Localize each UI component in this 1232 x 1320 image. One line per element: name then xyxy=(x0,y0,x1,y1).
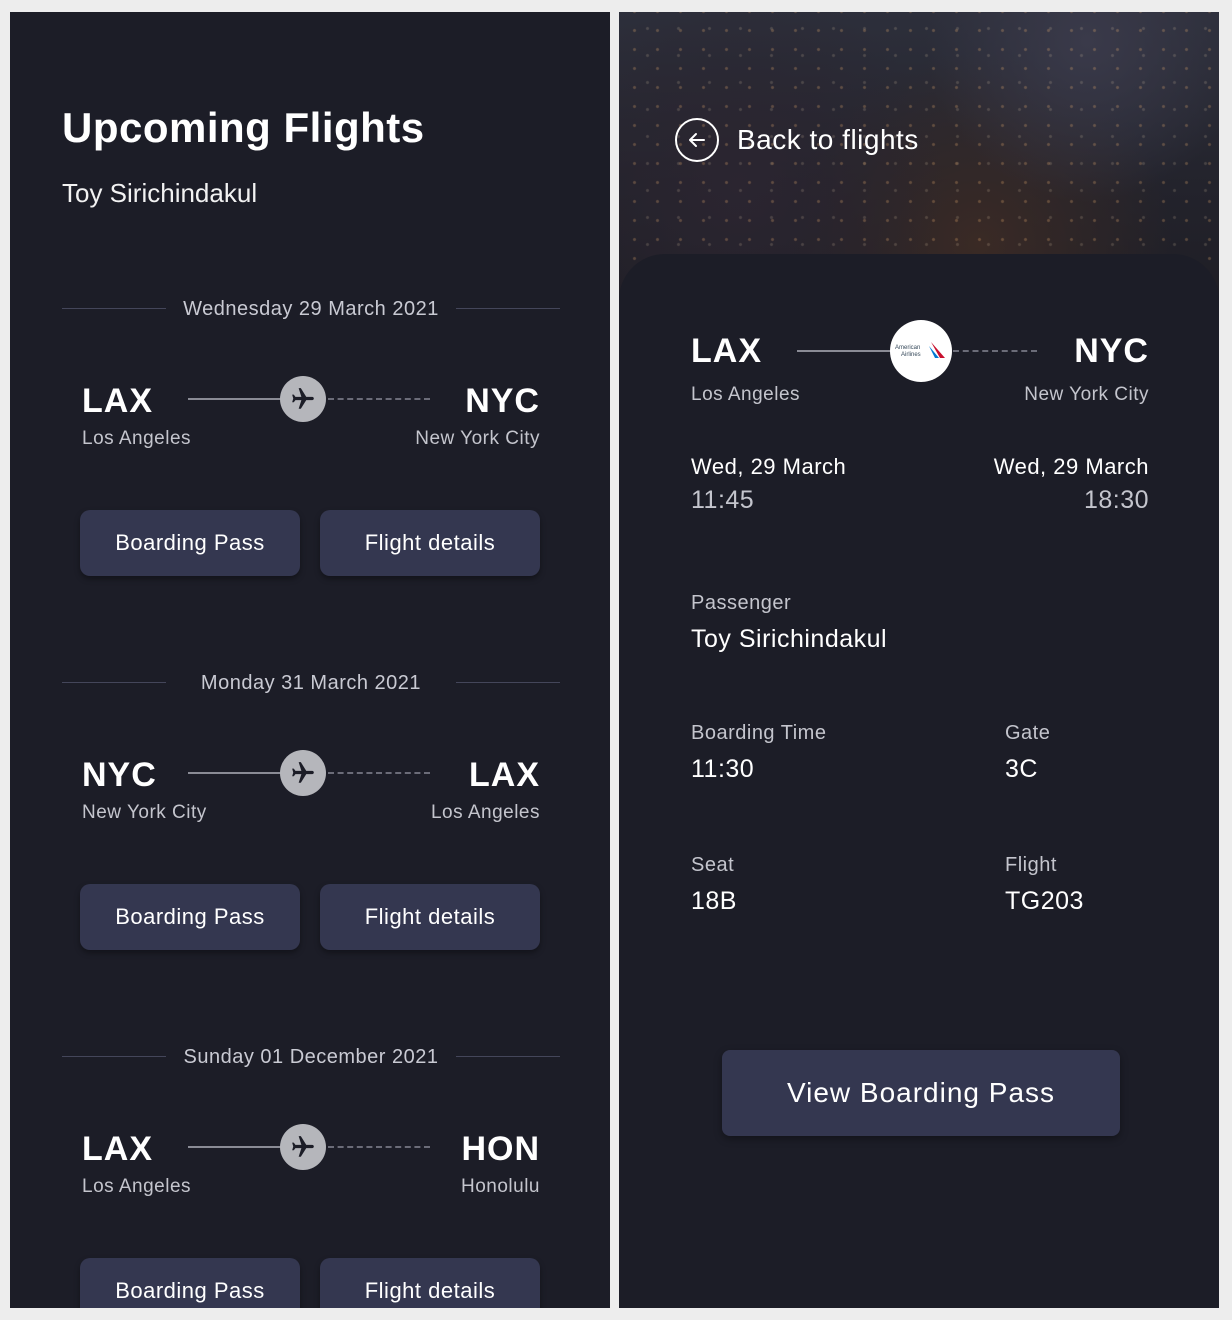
back-label[interactable]: Back to flights xyxy=(737,124,919,156)
flight-route: LAX Los Angeles HON Honolulu xyxy=(82,1124,540,1210)
route-dashed-line xyxy=(328,1146,430,1148)
flight-date: Monday 31 March 2021 xyxy=(200,671,422,694)
route-line xyxy=(797,350,893,352)
destination-code: NYC xyxy=(1074,332,1149,370)
flight-date-header: Wednesday 29 March 2021 xyxy=(62,294,560,324)
flight-details-button[interactable]: Flight details xyxy=(320,1258,540,1308)
seat-value: 18B xyxy=(691,887,737,915)
gate-value: 3C xyxy=(1005,755,1038,783)
destination-code: HON xyxy=(461,1130,540,1168)
flight-details-button[interactable]: Flight details xyxy=(320,510,540,576)
upcoming-flights-screen: Upcoming Flights Toy Sirichindakul Wedne… xyxy=(10,12,610,1308)
passenger-name: Toy Sirichindakul xyxy=(62,178,258,208)
boarding-time-field: Boarding Time 11:30 xyxy=(691,722,826,784)
flight-date-header: Sunday 01 December 2021 xyxy=(62,1042,560,1072)
flight-details-button[interactable]: Flight details xyxy=(320,884,540,950)
flight-number-field: Flight TG203 xyxy=(1005,854,1084,916)
arrival-time: 18:30 xyxy=(1083,486,1149,514)
flight-date: Sunday 01 December 2021 xyxy=(183,1045,439,1068)
origin-city: New York City xyxy=(82,802,207,823)
departure-date: Wed, 29 March xyxy=(691,454,847,479)
arrival-block: Wed, 29 March 18:30 xyxy=(994,454,1149,515)
flight-date: Wednesday 29 March 2021 xyxy=(183,297,439,320)
origin-code: NYC xyxy=(82,756,157,794)
origin-city: Los Angeles xyxy=(691,384,801,405)
view-boarding-pass-button[interactable]: View Boarding Pass xyxy=(722,1050,1120,1136)
page-title: Upcoming Flights xyxy=(62,104,425,151)
route-line xyxy=(188,772,284,774)
origin-city: Los Angeles xyxy=(82,428,192,449)
origin-code: LAX xyxy=(82,382,153,420)
passenger-value: Toy Sirichindakul xyxy=(691,625,888,653)
arrow-left-circle-icon[interactable] xyxy=(675,118,719,162)
flight-label: Flight xyxy=(1005,854,1057,876)
svg-text:American: American xyxy=(895,345,920,351)
divider xyxy=(456,682,560,683)
airplane-icon xyxy=(280,1124,326,1170)
gate-label: Gate xyxy=(1005,722,1051,744)
departure-time: 11:45 xyxy=(691,486,755,514)
route-dashed-line xyxy=(953,350,1037,352)
boarding-time-label: Boarding Time xyxy=(691,722,827,744)
passenger-field: Passenger Toy Sirichindakul xyxy=(691,592,887,654)
route-line xyxy=(188,1146,284,1148)
destination-code: NYC xyxy=(465,382,540,420)
destination-city: New York City xyxy=(415,428,540,449)
divider xyxy=(456,1056,560,1057)
divider xyxy=(62,308,166,309)
departure-block: Wed, 29 March 11:45 xyxy=(691,454,846,515)
airline-logo-icon: American Airlines xyxy=(890,320,952,382)
seat-field: Seat 18B xyxy=(691,854,737,916)
destination-city: Honolulu xyxy=(461,1176,540,1197)
back-to-flights-link[interactable]: Back to flights xyxy=(675,116,919,164)
boarding-pass-button[interactable]: Boarding Pass xyxy=(80,510,300,576)
airplane-icon xyxy=(280,750,326,796)
origin-code: LAX xyxy=(691,332,762,370)
svg-text:Airlines: Airlines xyxy=(901,352,921,358)
flight-route: NYC New York City LAX Los Angeles xyxy=(82,750,540,836)
destination-city: New York City xyxy=(1024,384,1149,405)
flight-details-screen: Back to flights LAX Los Angeles American… xyxy=(619,12,1219,1308)
route-dashed-line xyxy=(328,772,430,774)
boarding-time-value: 11:30 xyxy=(691,755,755,783)
divider xyxy=(62,1056,166,1057)
airplane-icon xyxy=(280,376,326,422)
flight-route: LAX Los Angeles NYC New York City xyxy=(82,376,540,462)
boarding-pass-button[interactable]: Boarding Pass xyxy=(80,884,300,950)
divider xyxy=(62,682,166,683)
flight-value: TG203 xyxy=(1005,887,1084,915)
boarding-pass-button[interactable]: Boarding Pass xyxy=(80,1258,300,1308)
origin-city: Los Angeles xyxy=(82,1176,192,1197)
divider xyxy=(456,308,560,309)
destination-code: LAX xyxy=(469,756,540,794)
route-dashed-line xyxy=(328,398,430,400)
origin-code: LAX xyxy=(82,1130,153,1168)
route-line xyxy=(188,398,284,400)
flight-route: LAX Los Angeles American Airlines NYC Ne… xyxy=(691,320,1149,422)
arrival-date: Wed, 29 March xyxy=(993,454,1149,479)
passenger-label: Passenger xyxy=(691,592,792,614)
flight-date-header: Monday 31 March 2021 xyxy=(62,668,560,698)
seat-label: Seat xyxy=(691,854,735,876)
gate-field: Gate 3C xyxy=(1005,722,1050,784)
destination-city: Los Angeles xyxy=(430,802,540,823)
